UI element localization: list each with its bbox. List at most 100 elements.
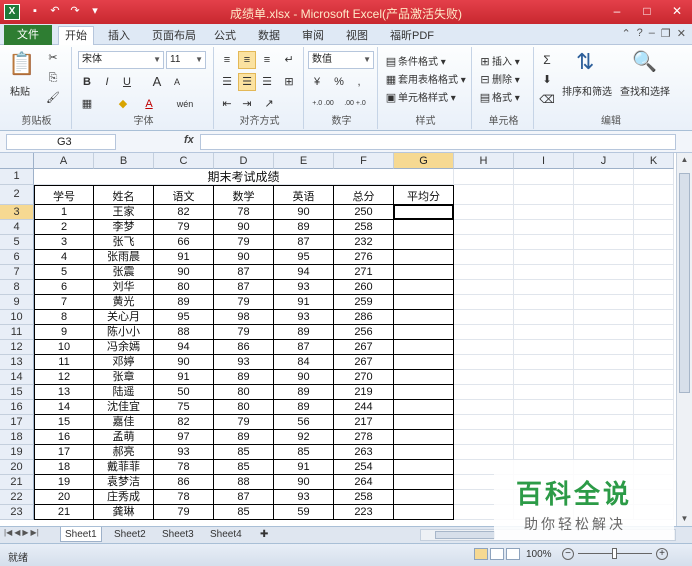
data-cell[interactable]: 93 bbox=[274, 280, 334, 295]
tab-insert[interactable]: 插入 bbox=[102, 27, 136, 45]
data-cell[interactable]: 龚琳 bbox=[94, 505, 154, 520]
cell[interactable] bbox=[514, 310, 574, 325]
header-cell[interactable]: 语文 bbox=[154, 185, 214, 205]
cell[interactable] bbox=[634, 185, 674, 205]
data-cell[interactable]: 232 bbox=[334, 235, 394, 250]
vertical-scroll-thumb[interactable] bbox=[679, 173, 690, 393]
align-left-icon[interactable]: ☰ bbox=[218, 73, 236, 91]
cell[interactable] bbox=[634, 280, 674, 295]
cell[interactable] bbox=[454, 340, 514, 355]
data-cell[interactable]: 89 bbox=[154, 295, 214, 310]
clear-icon[interactable]: ⌫ bbox=[538, 91, 556, 109]
data-cell[interactable]: 267 bbox=[334, 340, 394, 355]
data-cell[interactable]: 93 bbox=[274, 490, 334, 505]
cell[interactable] bbox=[514, 355, 574, 370]
data-cell[interactable]: 98 bbox=[214, 310, 274, 325]
data-cell[interactable] bbox=[394, 475, 454, 490]
data-cell[interactable]: 80 bbox=[214, 385, 274, 400]
column-header[interactable]: F bbox=[334, 153, 394, 169]
find-select-button[interactable]: 查找和选择 bbox=[620, 83, 670, 98]
data-cell[interactable]: 90 bbox=[274, 205, 334, 220]
data-cell[interactable] bbox=[394, 220, 454, 235]
cell[interactable] bbox=[574, 235, 634, 250]
maximize-icon[interactable]: □ bbox=[636, 2, 658, 20]
conditional-format-button[interactable]: ▤ 条件格式 ▾ bbox=[384, 53, 446, 69]
row-header[interactable]: 10 bbox=[0, 310, 34, 325]
data-cell[interactable]: 93 bbox=[214, 355, 274, 370]
data-cell[interactable]: 12 bbox=[34, 370, 94, 385]
row-header[interactable]: 15 bbox=[0, 385, 34, 400]
data-cell[interactable]: 97 bbox=[154, 430, 214, 445]
data-cell[interactable]: 78 bbox=[214, 205, 274, 220]
row-header[interactable]: 8 bbox=[0, 280, 34, 295]
cell[interactable] bbox=[574, 265, 634, 280]
cell[interactable] bbox=[454, 355, 514, 370]
data-cell[interactable]: 244 bbox=[334, 400, 394, 415]
cell[interactable] bbox=[514, 385, 574, 400]
data-cell[interactable]: 79 bbox=[214, 325, 274, 340]
cell[interactable] bbox=[574, 220, 634, 235]
data-cell[interactable]: 87 bbox=[214, 490, 274, 505]
data-cell[interactable] bbox=[394, 310, 454, 325]
data-cell[interactable]: 6 bbox=[34, 280, 94, 295]
cell[interactable] bbox=[454, 280, 514, 295]
font-color-button[interactable]: A bbox=[140, 95, 158, 113]
data-cell[interactable]: 10 bbox=[34, 340, 94, 355]
row-header[interactable]: 19 bbox=[0, 445, 34, 460]
row-header[interactable]: 20 bbox=[0, 460, 34, 475]
zoom-out-icon[interactable]: − bbox=[562, 548, 574, 560]
data-cell[interactable]: 88 bbox=[214, 475, 274, 490]
decrease-decimal-button[interactable]: .00 +.0 bbox=[340, 95, 370, 113]
insert-cells-button[interactable]: ⊞ 插入 ▾ bbox=[478, 53, 519, 69]
cell[interactable] bbox=[634, 370, 674, 385]
data-cell[interactable]: 2 bbox=[34, 220, 94, 235]
cell[interactable] bbox=[574, 385, 634, 400]
italic-button[interactable]: I bbox=[98, 73, 116, 91]
column-header[interactable]: C bbox=[154, 153, 214, 169]
cell[interactable] bbox=[574, 205, 634, 220]
cell[interactable] bbox=[634, 325, 674, 340]
row-header[interactable]: 3 bbox=[0, 205, 34, 220]
data-cell[interactable]: 冯余嫣 bbox=[94, 340, 154, 355]
data-cell[interactable]: 79 bbox=[214, 235, 274, 250]
scroll-up-icon[interactable]: ▲ bbox=[677, 153, 692, 167]
row-header[interactable]: 9 bbox=[0, 295, 34, 310]
data-cell[interactable]: 95 bbox=[154, 310, 214, 325]
data-cell[interactable]: 4 bbox=[34, 250, 94, 265]
merge-center-icon[interactable]: ⊞ bbox=[280, 73, 298, 91]
zoom-in-icon[interactable]: + bbox=[656, 548, 668, 560]
grow-font-button[interactable]: A bbox=[148, 73, 166, 91]
cell[interactable] bbox=[634, 385, 674, 400]
data-cell[interactable]: 89 bbox=[274, 325, 334, 340]
fill-color-icon[interactable]: ◆ bbox=[114, 95, 132, 113]
zoom-level[interactable]: 100% bbox=[526, 549, 552, 560]
data-cell[interactable]: 267 bbox=[334, 355, 394, 370]
row-header[interactable]: 21 bbox=[0, 475, 34, 490]
data-cell[interactable]: 250 bbox=[334, 205, 394, 220]
cell[interactable] bbox=[514, 250, 574, 265]
normal-view-icon[interactable] bbox=[474, 548, 488, 560]
cell[interactable] bbox=[574, 415, 634, 430]
cell[interactable] bbox=[454, 295, 514, 310]
cell[interactable] bbox=[634, 295, 674, 310]
phonetic-button[interactable]: wén bbox=[170, 95, 200, 113]
data-cell[interactable] bbox=[394, 355, 454, 370]
data-cell[interactable]: 95 bbox=[274, 250, 334, 265]
cell[interactable] bbox=[634, 169, 674, 185]
row-header[interactable]: 11 bbox=[0, 325, 34, 340]
data-cell[interactable]: 80 bbox=[214, 400, 274, 415]
cell[interactable] bbox=[514, 445, 574, 460]
cell[interactable] bbox=[574, 325, 634, 340]
row-header[interactable]: 14 bbox=[0, 370, 34, 385]
data-cell[interactable]: 94 bbox=[274, 265, 334, 280]
data-cell[interactable]: 袁梦洁 bbox=[94, 475, 154, 490]
tab-page-layout[interactable]: 页面布局 bbox=[146, 27, 202, 45]
cell[interactable] bbox=[634, 355, 674, 370]
orientation-icon[interactable]: ↗ bbox=[260, 95, 278, 113]
data-cell[interactable]: 78 bbox=[154, 460, 214, 475]
data-cell[interactable]: 89 bbox=[214, 370, 274, 385]
tab-review[interactable]: 审阅 bbox=[296, 27, 330, 45]
cell[interactable] bbox=[514, 235, 574, 250]
insert-function-button[interactable]: fx bbox=[184, 134, 194, 146]
undo-icon[interactable]: ↶ bbox=[48, 4, 62, 18]
